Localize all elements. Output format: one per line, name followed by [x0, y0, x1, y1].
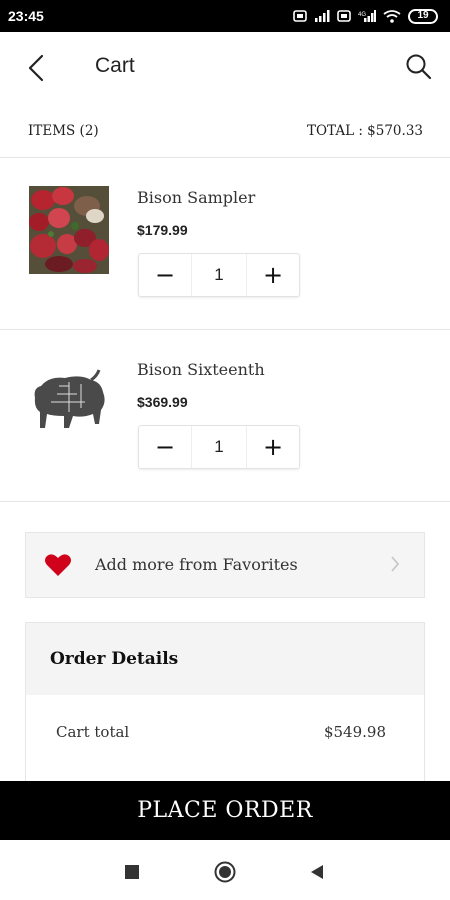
decrease-quantity-button[interactable]: − — [139, 254, 191, 296]
search-icon — [406, 54, 432, 80]
back-nav-button[interactable] — [305, 860, 329, 884]
search-button[interactable] — [402, 50, 436, 84]
back-arrow-icon — [28, 54, 44, 82]
circle-icon — [214, 861, 236, 883]
app-bar: Cart — [0, 32, 450, 104]
battery-icon: 19 — [408, 8, 438, 24]
product-image-bison-sixteenth[interactable] — [29, 358, 109, 446]
order-detail-row: Cart total $549.98 — [56, 723, 386, 741]
product-price: $179.99 — [137, 222, 188, 238]
quantity-stepper: − 1 + — [138, 253, 300, 297]
back-button[interactable] — [22, 52, 50, 84]
svg-text:4G: 4G — [358, 12, 366, 18]
heart-icon — [44, 553, 72, 581]
cart-summary: ITEMS (2) TOTAL : $570.33 — [0, 104, 450, 158]
chevron-right-icon — [390, 555, 400, 577]
increase-quantity-button[interactable]: + — [247, 426, 299, 468]
status-icons: 4G 19 — [293, 8, 438, 24]
home-button[interactable] — [213, 860, 237, 884]
square-icon — [125, 865, 139, 879]
wifi-icon — [383, 9, 401, 23]
decrease-quantity-button[interactable]: − — [139, 426, 191, 468]
product-name[interactable]: Bison Sampler — [137, 188, 255, 207]
status-bar: 23:45 4G 19 — [0, 0, 450, 32]
items-count: ITEMS (2) — [28, 122, 99, 139]
page-title: Cart — [95, 54, 135, 77]
place-order-button[interactable]: PLACE ORDER — [0, 781, 450, 840]
recents-button[interactable] — [120, 860, 144, 884]
product-image-bison-sampler[interactable] — [29, 186, 109, 274]
order-details-title: Order Details — [26, 623, 424, 695]
quantity-value: 1 — [191, 426, 247, 468]
status-time: 23:45 — [8, 8, 44, 24]
quantity-stepper: − 1 + — [138, 425, 300, 469]
product-name[interactable]: Bison Sixteenth — [137, 360, 265, 379]
system-nav-bar — [0, 840, 450, 900]
favorites-label: Add more from Favorites — [95, 555, 298, 574]
signal-icon-2: 4G — [358, 10, 376, 22]
quantity-value: 1 — [191, 254, 247, 296]
cart-item[interactable]: Bison Sampler $179.99 − 1 + — [0, 158, 450, 330]
product-price: $369.99 — [137, 394, 188, 410]
order-detail-label: Cart total — [56, 723, 130, 741]
triangle-back-icon — [311, 865, 323, 879]
sim-icon — [337, 10, 351, 22]
notification-icon — [293, 10, 307, 22]
order-details-card: Order Details Cart total $549.98 — [25, 622, 425, 792]
add-from-favorites-button[interactable]: Add more from Favorites — [25, 532, 425, 598]
order-detail-value: $549.98 — [323, 723, 386, 741]
signal-icon — [314, 10, 330, 22]
cart-total-summary: TOTAL : $570.33 — [306, 122, 423, 139]
increase-quantity-button[interactable]: + — [247, 254, 299, 296]
cart-item[interactable]: Bison Sixteenth $369.99 − 1 + — [0, 330, 450, 502]
